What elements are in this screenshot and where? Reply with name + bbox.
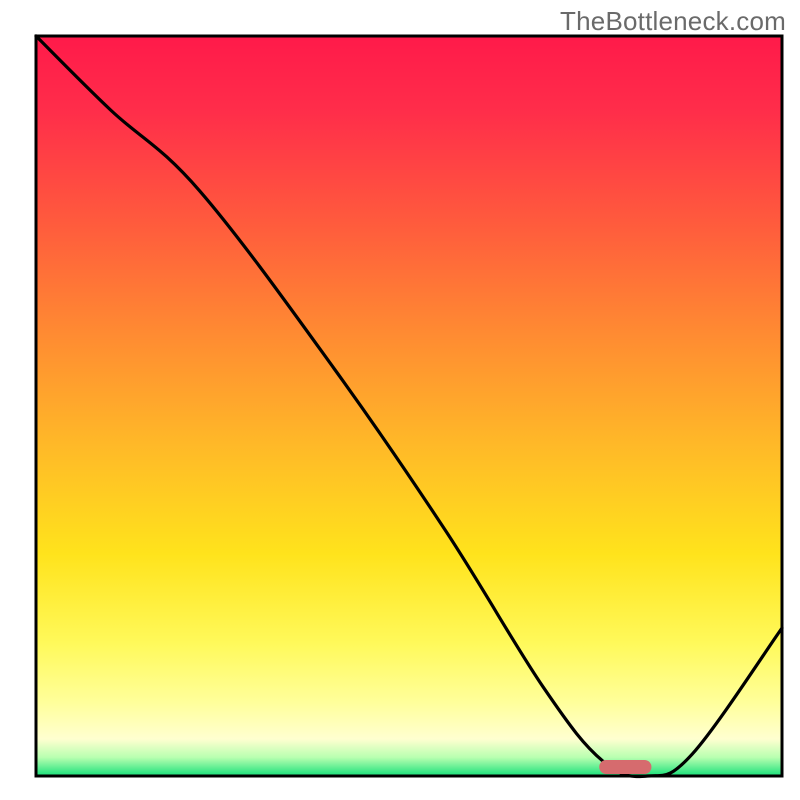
watermark-text: TheBottleneck.com: [560, 6, 786, 37]
bottleneck-chart: [0, 0, 800, 800]
gradient-background: [36, 36, 782, 776]
chart-container: TheBottleneck.com: [0, 0, 800, 800]
optimal-range-marker: [599, 760, 651, 774]
